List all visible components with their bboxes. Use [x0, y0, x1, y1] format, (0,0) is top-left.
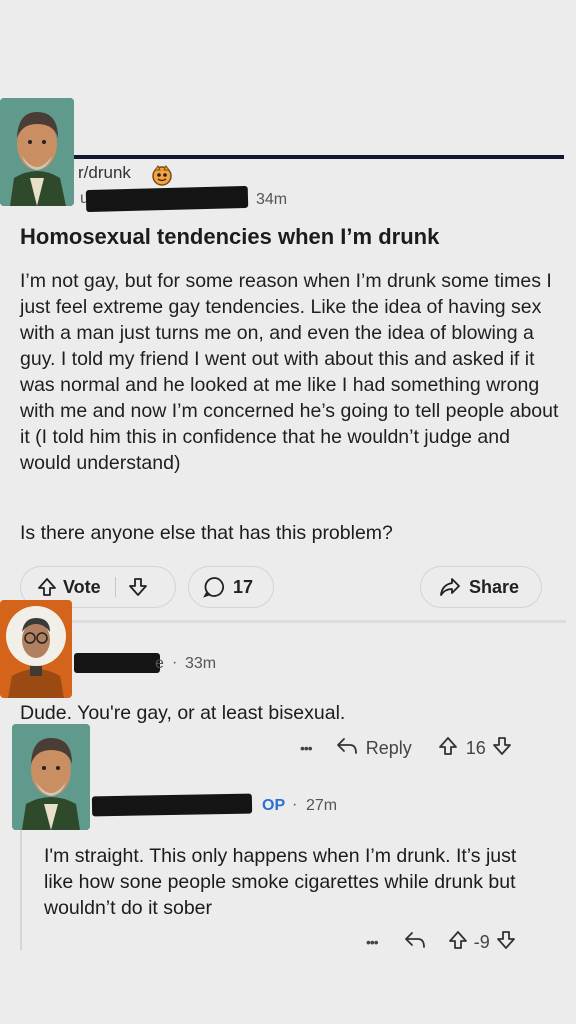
downvote-icon[interactable]	[496, 930, 516, 955]
more-icon[interactable]: •••	[300, 740, 313, 756]
op-reply-avatar	[12, 724, 90, 830]
comment2-score: -9	[473, 931, 490, 952]
post-body-text: I’m not gay, but for some reason when I’…	[20, 270, 559, 474]
downvote-icon[interactable]	[492, 736, 512, 761]
comment1-score: 16	[465, 737, 486, 758]
op-avatar	[0, 98, 74, 206]
vote-label: Vote	[63, 576, 101, 597]
upvote-icon[interactable]	[438, 736, 458, 761]
vote-divider	[114, 577, 116, 597]
more-icon[interactable]: •••	[366, 934, 379, 950]
upvote-icon[interactable]	[448, 930, 468, 955]
comment1-time: 33m	[185, 655, 217, 672]
snoo-icon	[150, 164, 174, 186]
redacted-username	[85, 185, 249, 213]
comment1-dot: ·	[172, 654, 178, 671]
share-icon	[439, 577, 461, 597]
comments-button[interactable]: 17	[188, 566, 274, 608]
op-badge: OP	[262, 797, 286, 814]
reply-label[interactable]: Reply	[366, 738, 412, 759]
share-button[interactable]: Share	[420, 566, 542, 608]
comment1-text: Dude. You're gay, or at least bisexual.	[20, 702, 346, 724]
comment1-actions: ••• Reply 16	[300, 736, 512, 760]
comment2-time: 27m	[306, 797, 338, 814]
comment-count: 17	[233, 576, 254, 597]
commenter-avatar	[0, 600, 72, 698]
post-body: I’m not gay, but for some reason when I’…	[20, 268, 560, 476]
post-question: Is there anyone else that has this probl…	[20, 522, 393, 544]
header-divider	[70, 155, 564, 159]
upvote-icon[interactable]	[37, 577, 57, 597]
comment2-actions: ••• -9	[366, 930, 516, 954]
comment-icon	[203, 576, 225, 598]
comment2-dot: ·	[292, 796, 298, 813]
post-comments-divider	[0, 620, 566, 623]
reply-icon[interactable]	[404, 931, 426, 954]
redacted-commenter-name	[74, 653, 160, 673]
reply-icon[interactable]	[336, 737, 358, 760]
downvote-icon[interactable]	[128, 577, 148, 597]
comment2-text: I'm straight. This only happens when I’m…	[44, 845, 517, 919]
commenter-name-tail: e	[155, 655, 164, 672]
subreddit-name[interactable]: r/drunk	[78, 163, 131, 183]
redacted-op-name	[91, 793, 253, 817]
post-title[interactable]: Homosexual tendencies when I’m drunk	[20, 224, 560, 250]
post-time: 34m	[256, 191, 288, 208]
share-label: Share	[469, 576, 520, 597]
